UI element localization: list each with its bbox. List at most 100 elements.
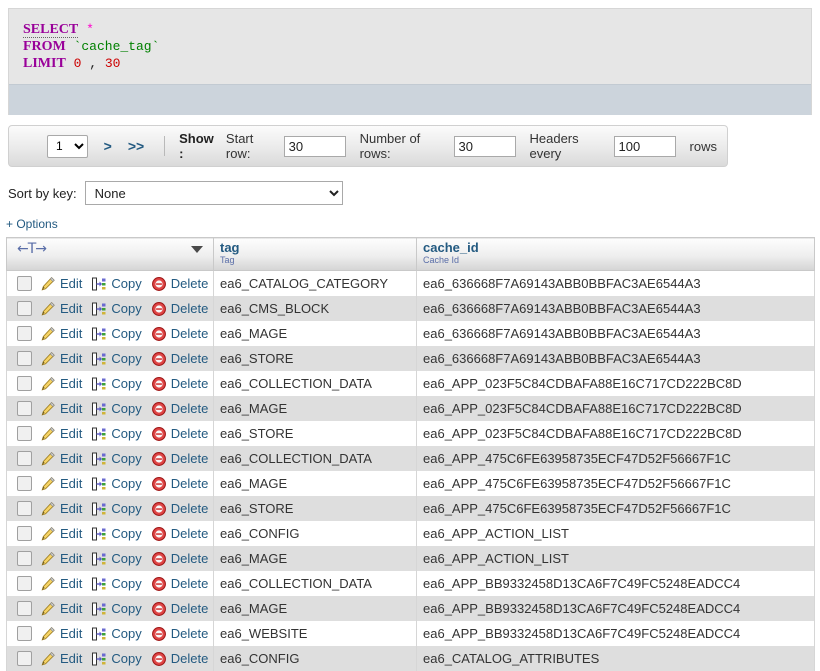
delete-row-button[interactable]: Delete <box>151 326 209 342</box>
cell-cache-id[interactable]: ea6_APP_BB9332458D13CA6F7C49FC5248EADCC4 <box>417 596 815 621</box>
last-page-button[interactable]: >> <box>128 138 144 154</box>
cell-cache-id[interactable]: ea6_APP_023F5C84CDBAFA88E16C717CD222BC8D <box>417 396 815 421</box>
sql-query-text[interactable]: SELECT * FROM `cache_tag` LIMIT 0 , 30 <box>9 9 811 84</box>
cell-cache-id[interactable]: ea6_APP_ACTION_LIST <box>417 546 815 571</box>
cell-tag[interactable]: ea6_MAGE <box>214 321 417 346</box>
cell-tag[interactable]: ea6_MAGE <box>214 396 417 421</box>
delete-row-button[interactable]: Delete <box>151 551 209 567</box>
row-select-checkbox[interactable] <box>17 501 32 516</box>
cell-tag[interactable]: ea6_MAGE <box>214 471 417 496</box>
edit-row-button[interactable]: Edit <box>40 376 82 392</box>
options-toggle-link[interactable]: + Options <box>6 217 58 231</box>
cell-tag[interactable]: ea6_STORE <box>214 496 417 521</box>
row-select-checkbox[interactable] <box>17 276 32 291</box>
edit-row-button[interactable]: Edit <box>40 476 82 492</box>
cell-cache-id[interactable]: ea6_APP_475C6FE63958735ECF47D52F56667F1C <box>417 496 815 521</box>
edit-row-button[interactable]: Edit <box>40 451 82 467</box>
edit-row-button[interactable]: Edit <box>40 426 82 442</box>
row-select-checkbox[interactable] <box>17 426 32 441</box>
delete-row-button[interactable]: Delete <box>151 476 209 492</box>
cell-cache-id[interactable]: ea6_636668F7A69143ABB0BBFAC3AE6544A3 <box>417 271 815 297</box>
cell-cache-id[interactable]: ea6_APP_023F5C84CDBAFA88E16C717CD222BC8D <box>417 421 815 446</box>
start-row-input[interactable] <box>284 136 346 157</box>
number-of-rows-input[interactable] <box>454 136 516 157</box>
copy-row-button[interactable]: Copy <box>91 626 141 642</box>
page-number-select[interactable]: 1 <box>47 135 88 158</box>
edit-row-button[interactable]: Edit <box>40 401 82 417</box>
next-page-button[interactable]: > <box>104 138 112 154</box>
row-select-checkbox[interactable] <box>17 376 32 391</box>
copy-row-button[interactable]: Copy <box>91 351 141 367</box>
copy-row-button[interactable]: Copy <box>91 501 141 517</box>
delete-row-button[interactable]: Delete <box>151 576 209 592</box>
cell-tag[interactable]: ea6_WEBSITE <box>214 621 417 646</box>
cell-tag[interactable]: ea6_STORE <box>214 421 417 446</box>
delete-row-button[interactable]: Delete <box>151 526 209 542</box>
delete-row-button[interactable]: Delete <box>151 601 209 617</box>
cell-cache-id[interactable]: ea6_APP_ACTION_LIST <box>417 521 815 546</box>
copy-row-button[interactable]: Copy <box>91 526 141 542</box>
copy-row-button[interactable]: Copy <box>91 301 141 317</box>
copy-row-button[interactable]: Copy <box>91 451 141 467</box>
edit-row-button[interactable]: Edit <box>40 301 82 317</box>
cell-cache-id[interactable]: ea6_APP_BB9332458D13CA6F7C49FC5248EADCC4 <box>417 571 815 596</box>
chevron-down-icon[interactable] <box>191 246 203 253</box>
edit-row-button[interactable]: Edit <box>40 526 82 542</box>
delete-row-button[interactable]: Delete <box>151 301 209 317</box>
delete-row-button[interactable]: Delete <box>151 626 209 642</box>
row-select-checkbox[interactable] <box>17 326 32 341</box>
copy-row-button[interactable]: Copy <box>91 401 141 417</box>
row-select-checkbox[interactable] <box>17 301 32 316</box>
copy-row-button[interactable]: Copy <box>91 426 141 442</box>
cell-cache-id[interactable]: ea6_CATALOG_ATTRIBUTES <box>417 646 815 671</box>
edit-row-button[interactable]: Edit <box>40 326 82 342</box>
row-select-checkbox[interactable] <box>17 526 32 541</box>
column-header-cache-id[interactable]: cache_id Cache Id <box>417 238 815 271</box>
sort-by-key-select[interactable]: None <box>85 181 343 205</box>
cell-tag[interactable]: ea6_STORE <box>214 346 417 371</box>
column-order-icon[interactable]: ←T→ <box>13 241 46 257</box>
cell-tag[interactable]: ea6_COLLECTION_DATA <box>214 446 417 471</box>
copy-row-button[interactable]: Copy <box>91 276 141 292</box>
row-select-checkbox[interactable] <box>17 626 32 641</box>
row-select-checkbox[interactable] <box>17 601 32 616</box>
cell-tag[interactable]: ea6_CATALOG_CATEGORY <box>214 271 417 297</box>
cell-tag[interactable]: ea6_COLLECTION_DATA <box>214 371 417 396</box>
row-select-checkbox[interactable] <box>17 401 32 416</box>
copy-row-button[interactable]: Copy <box>91 326 141 342</box>
delete-row-button[interactable]: Delete <box>151 426 209 442</box>
copy-row-button[interactable]: Copy <box>91 376 141 392</box>
row-select-checkbox[interactable] <box>17 351 32 366</box>
edit-row-button[interactable]: Edit <box>40 551 82 567</box>
cell-tag[interactable]: ea6_CONFIG <box>214 646 417 671</box>
delete-row-button[interactable]: Delete <box>151 501 209 517</box>
headers-every-input[interactable] <box>614 136 676 157</box>
cell-tag[interactable]: ea6_CONFIG <box>214 521 417 546</box>
row-select-checkbox[interactable] <box>17 651 32 666</box>
column-header-tag[interactable]: tag Tag <box>214 238 417 271</box>
cell-tag[interactable]: ea6_COLLECTION_DATA <box>214 571 417 596</box>
copy-row-button[interactable]: Copy <box>91 576 141 592</box>
cell-cache-id[interactable]: ea6_APP_475C6FE63958735ECF47D52F56667F1C <box>417 471 815 496</box>
edit-row-button[interactable]: Edit <box>40 626 82 642</box>
copy-row-button[interactable]: Copy <box>91 476 141 492</box>
edit-row-button[interactable]: Edit <box>40 351 82 367</box>
cell-tag[interactable]: ea6_CMS_BLOCK <box>214 296 417 321</box>
row-select-checkbox[interactable] <box>17 451 32 466</box>
row-select-checkbox[interactable] <box>17 551 32 566</box>
cell-cache-id[interactable]: ea6_APP_BB9332458D13CA6F7C49FC5248EADCC4 <box>417 621 815 646</box>
copy-row-button[interactable]: Copy <box>91 601 141 617</box>
edit-row-button[interactable]: Edit <box>40 501 82 517</box>
cell-cache-id[interactable]: ea6_636668F7A69143ABB0BBFAC3AE6544A3 <box>417 346 815 371</box>
copy-row-button[interactable]: Copy <box>91 551 141 567</box>
delete-row-button[interactable]: Delete <box>151 401 209 417</box>
delete-row-button[interactable]: Delete <box>151 451 209 467</box>
row-select-checkbox[interactable] <box>17 476 32 491</box>
cell-tag[interactable]: ea6_MAGE <box>214 546 417 571</box>
cell-cache-id[interactable]: ea6_APP_475C6FE63958735ECF47D52F56667F1C <box>417 446 815 471</box>
edit-row-button[interactable]: Edit <box>40 601 82 617</box>
delete-row-button[interactable]: Delete <box>151 351 209 367</box>
cell-tag[interactable]: ea6_MAGE <box>214 596 417 621</box>
edit-row-button[interactable]: Edit <box>40 576 82 592</box>
delete-row-button[interactable]: Delete <box>151 276 209 292</box>
